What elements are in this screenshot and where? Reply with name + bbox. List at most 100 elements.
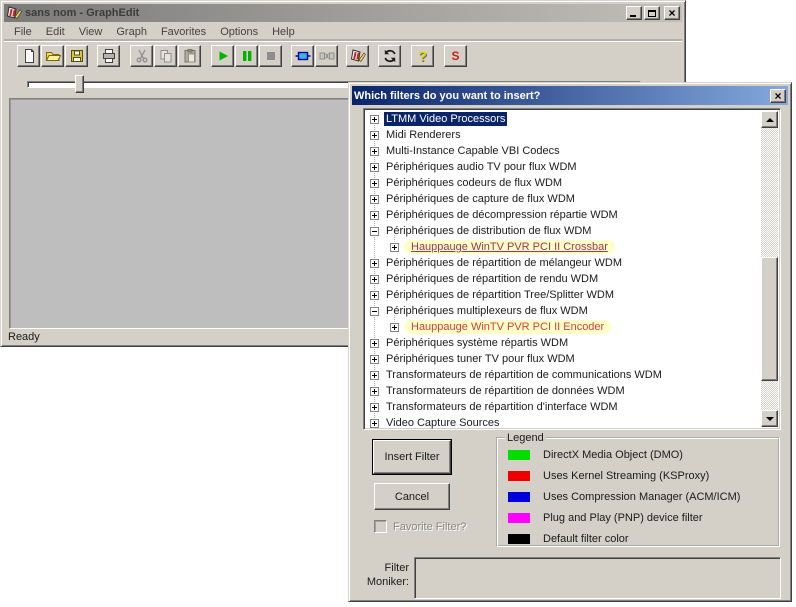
scroll-up-button[interactable] bbox=[761, 111, 778, 128]
tree-item[interactable]: Périphériques de décompression répartie … bbox=[366, 207, 761, 223]
menu-help[interactable]: Help bbox=[265, 24, 302, 40]
tree-item-label[interactable]: Transformateurs de répartition de commun… bbox=[384, 368, 664, 382]
expander-minus-icon[interactable] bbox=[370, 227, 379, 236]
tree-item-label[interactable]: Périphériques tuner TV pour flux WDM bbox=[384, 352, 577, 366]
expander-plus-icon[interactable] bbox=[370, 339, 379, 348]
expander-plus-icon[interactable] bbox=[370, 291, 379, 300]
tree-item[interactable]: Périphériques de capture de flux WDM bbox=[366, 191, 761, 207]
expander-plus-icon[interactable] bbox=[370, 131, 379, 140]
tree-item-label[interactable]: Périphériques de répartition de rendu WD… bbox=[384, 272, 600, 286]
cancel-button[interactable]: Cancel bbox=[374, 483, 450, 510]
tree-item-label[interactable]: Périphériques système répartis WDM bbox=[384, 336, 570, 350]
tree-item-label[interactable]: Hauppauge WinTV PVR PCI II Encoder bbox=[404, 320, 611, 334]
tree-item-label[interactable]: Hauppauge WinTV PVR PCI II Crossbar bbox=[404, 240, 615, 254]
toolbar-graphedit-button[interactable] bbox=[346, 45, 369, 67]
tree-item[interactable]: Multi-Instance Capable VBI Codecs bbox=[366, 143, 761, 159]
tree-item-label[interactable]: Périphériques audio TV pour flux WDM bbox=[384, 160, 579, 174]
tree-item-label[interactable]: Périphériques de distribution de flux WD… bbox=[384, 224, 593, 238]
expander-plus-icon[interactable] bbox=[370, 195, 379, 204]
filter-moniker-field[interactable] bbox=[414, 557, 781, 599]
menu-options[interactable]: Options bbox=[213, 24, 265, 40]
scrollbar-track[interactable] bbox=[761, 128, 778, 410]
favorite-filter-checkbox[interactable]: Favorite Filter? bbox=[374, 520, 466, 533]
expander-plus-icon[interactable] bbox=[370, 419, 379, 428]
expander-plus-icon[interactable] bbox=[370, 147, 379, 156]
menu-file[interactable]: File bbox=[7, 24, 39, 40]
toolbar-pause-button[interactable] bbox=[235, 45, 258, 67]
tree-item[interactable]: Transformateurs de répartition de donnée… bbox=[366, 383, 761, 399]
tree-item[interactable]: Périphériques audio TV pour flux WDM bbox=[366, 159, 761, 175]
toolbar-stats-button[interactable]: S bbox=[444, 45, 467, 67]
toolbar-new-button[interactable] bbox=[17, 45, 40, 67]
expander-plus-icon[interactable] bbox=[390, 323, 399, 332]
tree-item-label[interactable]: LTMM Video Processors bbox=[384, 112, 507, 126]
tree-item-label[interactable]: Périphériques de capture de flux WDM bbox=[384, 192, 577, 206]
expander-plus-icon[interactable] bbox=[370, 179, 379, 188]
menu-graph[interactable]: Graph bbox=[109, 24, 154, 40]
tree-item[interactable]: Périphériques système répartis WDM bbox=[366, 335, 761, 351]
tree-item[interactable]: Périphériques de répartition de mélangeu… bbox=[366, 255, 761, 271]
insert-filter-button[interactable]: Insert Filter bbox=[373, 440, 451, 474]
tree-item-label[interactable]: Périphériques de décompression répartie … bbox=[384, 208, 620, 222]
expander-plus-icon[interactable] bbox=[370, 403, 379, 412]
tree-item-label[interactable]: Périphériques de répartition Tree/Splitt… bbox=[384, 288, 616, 302]
expander-plus-icon[interactable] bbox=[370, 275, 379, 284]
toolbar-paste-button[interactable] bbox=[178, 45, 201, 67]
tree-item-label[interactable]: Transformateurs de répartition d'interfa… bbox=[384, 400, 620, 414]
dialog-close-button[interactable]: × bbox=[770, 89, 786, 103]
toolbar-save-button[interactable] bbox=[65, 45, 88, 67]
tree-item[interactable]: Hauppauge WinTV PVR PCI II Crossbar bbox=[366, 239, 761, 255]
expander-plus-icon[interactable] bbox=[370, 115, 379, 124]
toolbar-disconnect-button[interactable] bbox=[315, 45, 338, 67]
main-titlebar[interactable]: sans nom - GraphEdit × bbox=[4, 4, 682, 22]
tree-item-label[interactable]: Video Capture Sources bbox=[384, 416, 502, 430]
tree-item[interactable]: Transformateurs de répartition de commun… bbox=[366, 367, 761, 383]
toolbar-cut-button[interactable] bbox=[130, 45, 153, 67]
tree-item[interactable]: Périphériques codeurs de flux WDM bbox=[366, 175, 761, 191]
toolbar-copy-button[interactable] bbox=[154, 45, 177, 67]
tree-item[interactable]: Video Capture Sources bbox=[366, 415, 761, 430]
expander-plus-icon[interactable] bbox=[370, 387, 379, 396]
trackbar-thumb[interactable] bbox=[75, 75, 84, 93]
tree-item[interactable]: Périphériques multiplexeurs de flux WDM bbox=[366, 303, 761, 319]
minimize-button[interactable] bbox=[626, 6, 642, 20]
scroll-down-button[interactable] bbox=[761, 410, 778, 427]
tree-item-label[interactable]: Périphériques multiplexeurs de flux WDM bbox=[384, 304, 590, 318]
tree-item[interactable]: Périphériques de distribution de flux WD… bbox=[366, 223, 761, 239]
tree-item-label[interactable]: Périphériques de répartition de mélangeu… bbox=[384, 256, 624, 270]
tree-item-label[interactable]: Transformateurs de répartition de donnée… bbox=[384, 384, 627, 398]
legend-color-swatch bbox=[508, 534, 530, 544]
scrollbar-thumb[interactable] bbox=[761, 257, 778, 381]
toolbar-refresh-button[interactable] bbox=[378, 45, 401, 67]
toolbar-stop-button[interactable] bbox=[259, 45, 282, 67]
maximize-button[interactable] bbox=[644, 6, 660, 20]
menu-edit[interactable]: Edit bbox=[39, 24, 72, 40]
toolbar-print-button[interactable] bbox=[97, 45, 120, 67]
expander-plus-icon[interactable] bbox=[370, 211, 379, 220]
toolbar-play-button[interactable] bbox=[211, 45, 234, 67]
expander-plus-icon[interactable] bbox=[370, 163, 379, 172]
expander-plus-icon[interactable] bbox=[390, 243, 399, 252]
tree-item[interactable]: Périphériques de répartition de rendu WD… bbox=[366, 271, 761, 287]
expander-plus-icon[interactable] bbox=[370, 355, 379, 364]
toolbar-help-button[interactable]: ? bbox=[411, 45, 434, 67]
dialog-titlebar[interactable]: Which filters do you want to insert? × bbox=[352, 86, 788, 105]
toolbar-insert-filter-button[interactable] bbox=[291, 45, 314, 67]
toolbar-open-button[interactable] bbox=[41, 45, 64, 67]
tree-item[interactable]: Hauppauge WinTV PVR PCI II Encoder bbox=[366, 319, 761, 335]
tree-item[interactable]: Périphériques tuner TV pour flux WDM bbox=[366, 351, 761, 367]
expander-plus-icon[interactable] bbox=[370, 371, 379, 380]
tree-item[interactable]: Transformateurs de répartition d'interfa… bbox=[366, 399, 761, 415]
tree-item-label[interactable]: Périphériques codeurs de flux WDM bbox=[384, 176, 564, 190]
close-button[interactable]: × bbox=[664, 6, 680, 20]
tree-item-label[interactable]: Multi-Instance Capable VBI Codecs bbox=[384, 144, 562, 158]
menu-view[interactable]: View bbox=[72, 24, 110, 40]
tree-item-label[interactable]: Midi Renderers bbox=[384, 128, 463, 142]
tree-item[interactable]: LTMM Video Processors bbox=[366, 111, 761, 127]
tree-item[interactable]: Périphériques de répartition Tree/Splitt… bbox=[366, 287, 761, 303]
tree-scrollbar[interactable] bbox=[761, 111, 778, 427]
expander-minus-icon[interactable] bbox=[370, 307, 379, 316]
expander-plus-icon[interactable] bbox=[370, 259, 379, 268]
menu-favorites[interactable]: Favorites bbox=[154, 24, 213, 40]
tree-item[interactable]: Midi Renderers bbox=[366, 127, 761, 143]
